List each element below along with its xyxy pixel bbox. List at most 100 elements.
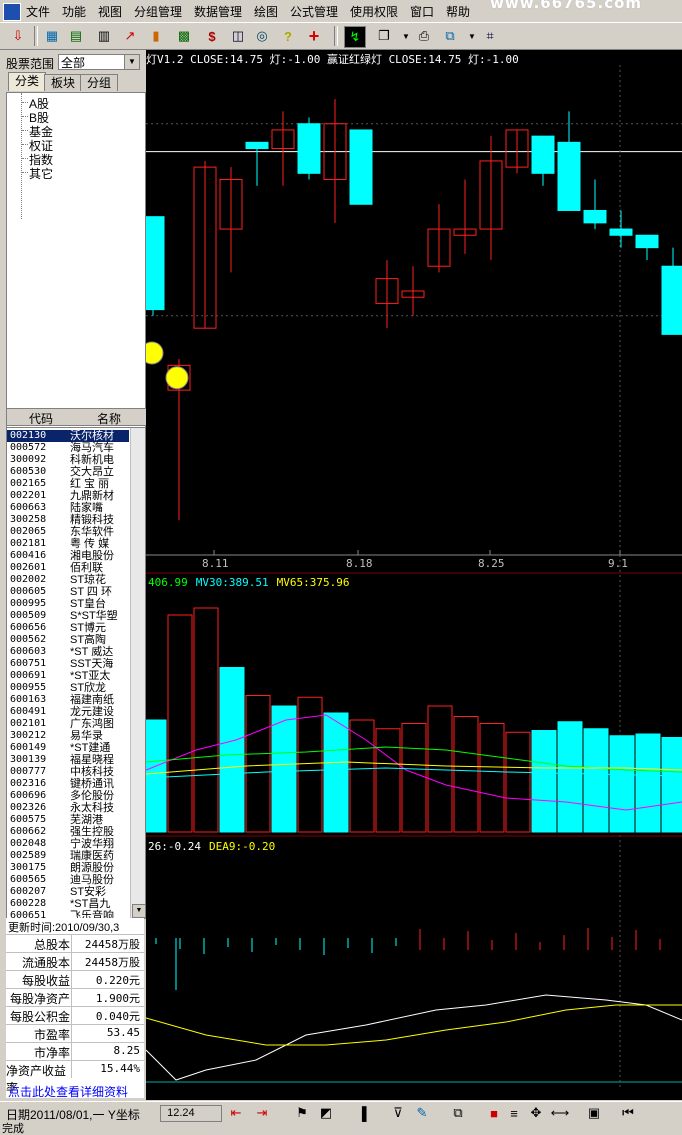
stock-row[interactable]: 600228 *ST昌九 (7, 898, 129, 910)
resize-icon[interactable]: ⟷ (550, 1103, 570, 1123)
stock-row[interactable]: 002065 东华软件 (7, 526, 129, 538)
stock-row[interactable]: 300212 易华录 (7, 730, 129, 742)
filter-icon[interactable]: ⊽ (388, 1103, 408, 1123)
stock-row[interactable]: 600565 迪马股份 (7, 874, 129, 886)
window-icon[interactable]: ❐ (374, 26, 394, 46)
stock-row[interactable]: 600751 SST天海 (7, 658, 129, 670)
bars-icon[interactable]: ▐ (352, 1103, 372, 1123)
trend-icon[interactable]: ↗ (120, 26, 140, 46)
stock-row[interactable]: 600662 强生控股 (7, 826, 129, 838)
menu-item[interactable]: 窗口 (410, 3, 434, 20)
stock-row[interactable]: 002048 宁波华翔 (7, 838, 129, 850)
stock-row[interactable]: 002589 瑞康医药 (7, 850, 129, 862)
zoom-in-icon[interactable]: ⇤ (226, 1103, 246, 1123)
first-page-icon[interactable]: ⏮ (618, 1103, 638, 1123)
stock-row[interactable]: 002201 九鼎新材 (7, 490, 129, 502)
detail-link[interactable]: 点击此处查看详细资料 (8, 1083, 128, 1100)
stock-row[interactable]: 600696 多伦股份 (7, 790, 129, 802)
add-icon[interactable]: + (304, 26, 324, 46)
range-select[interactable]: 全部 ▼ (58, 54, 140, 70)
search-icon[interactable]: ◎ (252, 26, 272, 46)
table-icon[interactable]: ▤ (66, 26, 86, 46)
stock-row[interactable]: 000995 ST皇台 (7, 598, 129, 610)
stock-row[interactable]: 002326 永太科技 (7, 802, 129, 814)
stock-row[interactable]: 002181 粤 传 媒 (7, 538, 129, 550)
help-icon[interactable]: ? (278, 26, 298, 46)
stock-row[interactable]: 002601 佰利联 (7, 562, 129, 574)
menu-item[interactable]: 功能 (62, 3, 86, 20)
stop-icon[interactable]: ■ (484, 1103, 504, 1123)
picture-icon[interactable]: ⌗ (480, 26, 500, 46)
stock-row[interactable]: 600163 福建南纸 (7, 694, 129, 706)
stock-row[interactable]: 600575 芜湖港 (7, 814, 129, 826)
column-code[interactable]: 代码 (29, 410, 53, 427)
window-icon[interactable]: ▣ (584, 1103, 604, 1123)
stock-row[interactable]: 002002 ST琼花 (7, 574, 129, 586)
stock-row[interactable]: 002165 红 宝 丽 (7, 478, 129, 490)
stock-row[interactable]: 000605 ST 四 环 (7, 586, 129, 598)
tab-category[interactable]: 分类 (8, 72, 47, 91)
stock-row[interactable]: 000562 ST高陶 (7, 634, 129, 646)
dropdown-arrow-icon[interactable]: ▼ (396, 26, 416, 46)
stock-row[interactable]: 300092 科新机电 (7, 454, 129, 466)
color-icon[interactable]: ◩ (316, 1103, 336, 1123)
column-name[interactable]: 名称 (97, 410, 121, 427)
dropdown-arrow-icon[interactable]: ▼ (462, 26, 482, 46)
tree-item[interactable]: 其它 (29, 165, 53, 182)
stock-row[interactable]: 300175 朗源股份 (7, 862, 129, 874)
stock-row[interactable]: 600603 *ST 威达 (7, 646, 129, 658)
stock-row[interactable]: 000691 *ST亚太 (7, 670, 129, 682)
book-icon[interactable]: ◫ (228, 26, 248, 46)
stock-row[interactable]: 300139 福星晓程 (7, 754, 129, 766)
menu-item[interactable]: 使用权限 (350, 3, 398, 20)
stock-row[interactable]: 600207 ST安彩 (7, 886, 129, 898)
chart-area[interactable]: 灯V1.2 CLOSE:14.75 灯:-1.00 赢证红绿灯 CLOSE:14… (146, 50, 682, 1100)
stock-row[interactable]: 600656 ST博元 (7, 622, 129, 634)
stock-row[interactable]: 002316 键桥通讯 (7, 778, 129, 790)
export-icon[interactable]: ⧉ (440, 26, 460, 46)
stock-row[interactable]: 000777 中核科技 (7, 766, 129, 778)
traffic-light-icon[interactable]: ⚑ (292, 1103, 312, 1123)
chart-icon[interactable]: ▦ (42, 26, 62, 46)
stock-row[interactable]: 002101 广东鸿图 (7, 718, 129, 730)
stock-row[interactable]: 000572 海马汽车 (7, 442, 129, 454)
menu-item[interactable]: 数据管理 (194, 3, 242, 20)
stock-row[interactable]: 300258 精锻科技 (7, 514, 129, 526)
stock-row[interactable]: 600530 交大昂立 (7, 466, 129, 478)
stock-row[interactable]: 600416 湘电股份 (7, 550, 129, 562)
pen-icon[interactable]: ✎ (412, 1103, 432, 1123)
grid-icon[interactable]: ▥ (94, 26, 114, 46)
info-row: 每股收益 0.220元 (6, 970, 144, 988)
menu-item[interactable]: 公式管理 (290, 3, 338, 20)
exit-icon[interactable]: ⇩ (8, 26, 28, 46)
list-icon[interactable]: ≡ (504, 1103, 524, 1123)
zoom-out-icon[interactable]: ⇥ (252, 1103, 272, 1123)
stock-name: 键桥通讯 (70, 778, 114, 790)
tab-group[interactable]: 分组 (80, 74, 119, 91)
stats-icon[interactable]: ▩ (174, 26, 194, 46)
scroll-down-icon[interactable]: ▼ (132, 904, 145, 918)
layout-icon[interactable]: ⧉ (448, 1103, 468, 1123)
stock-row[interactable]: 002130 沃尔核材 (7, 430, 129, 442)
stock-row[interactable]: 000955 ST欣龙 (7, 682, 129, 694)
tab-sector[interactable]: 板块 (44, 74, 83, 91)
menu-item[interactable]: 分组管理 (134, 3, 182, 20)
stock-row[interactable]: 000509 S*ST华塑 (7, 610, 129, 622)
stock-name: 粤 传 媒 (70, 538, 110, 550)
currency-icon[interactable]: $ (202, 26, 222, 46)
stock-row[interactable]: 600149 *ST建通 (7, 742, 129, 754)
menu-item[interactable]: 视图 (98, 3, 122, 20)
app-icon[interactable] (3, 3, 21, 21)
list-scrollbar[interactable]: ▼ (130, 428, 145, 918)
stock-row[interactable]: 600491 龙元建设 (7, 706, 129, 718)
menu-item[interactable]: 文件 (26, 3, 50, 20)
bar-icon[interactable]: ▮ (146, 26, 166, 46)
print-icon[interactable]: ⎙ (414, 26, 434, 46)
stock-row[interactable]: 600663 陆家嘴 (7, 502, 129, 514)
stock-name: 瑞康医药 (70, 850, 114, 862)
move-icon[interactable]: ✥ (526, 1103, 546, 1123)
menu-item[interactable]: 绘图 (254, 3, 278, 20)
kline-icon[interactable]: ↯ (344, 26, 366, 48)
stock-code: 002326 (10, 802, 47, 813)
menu-item[interactable]: 帮助 (446, 3, 470, 20)
